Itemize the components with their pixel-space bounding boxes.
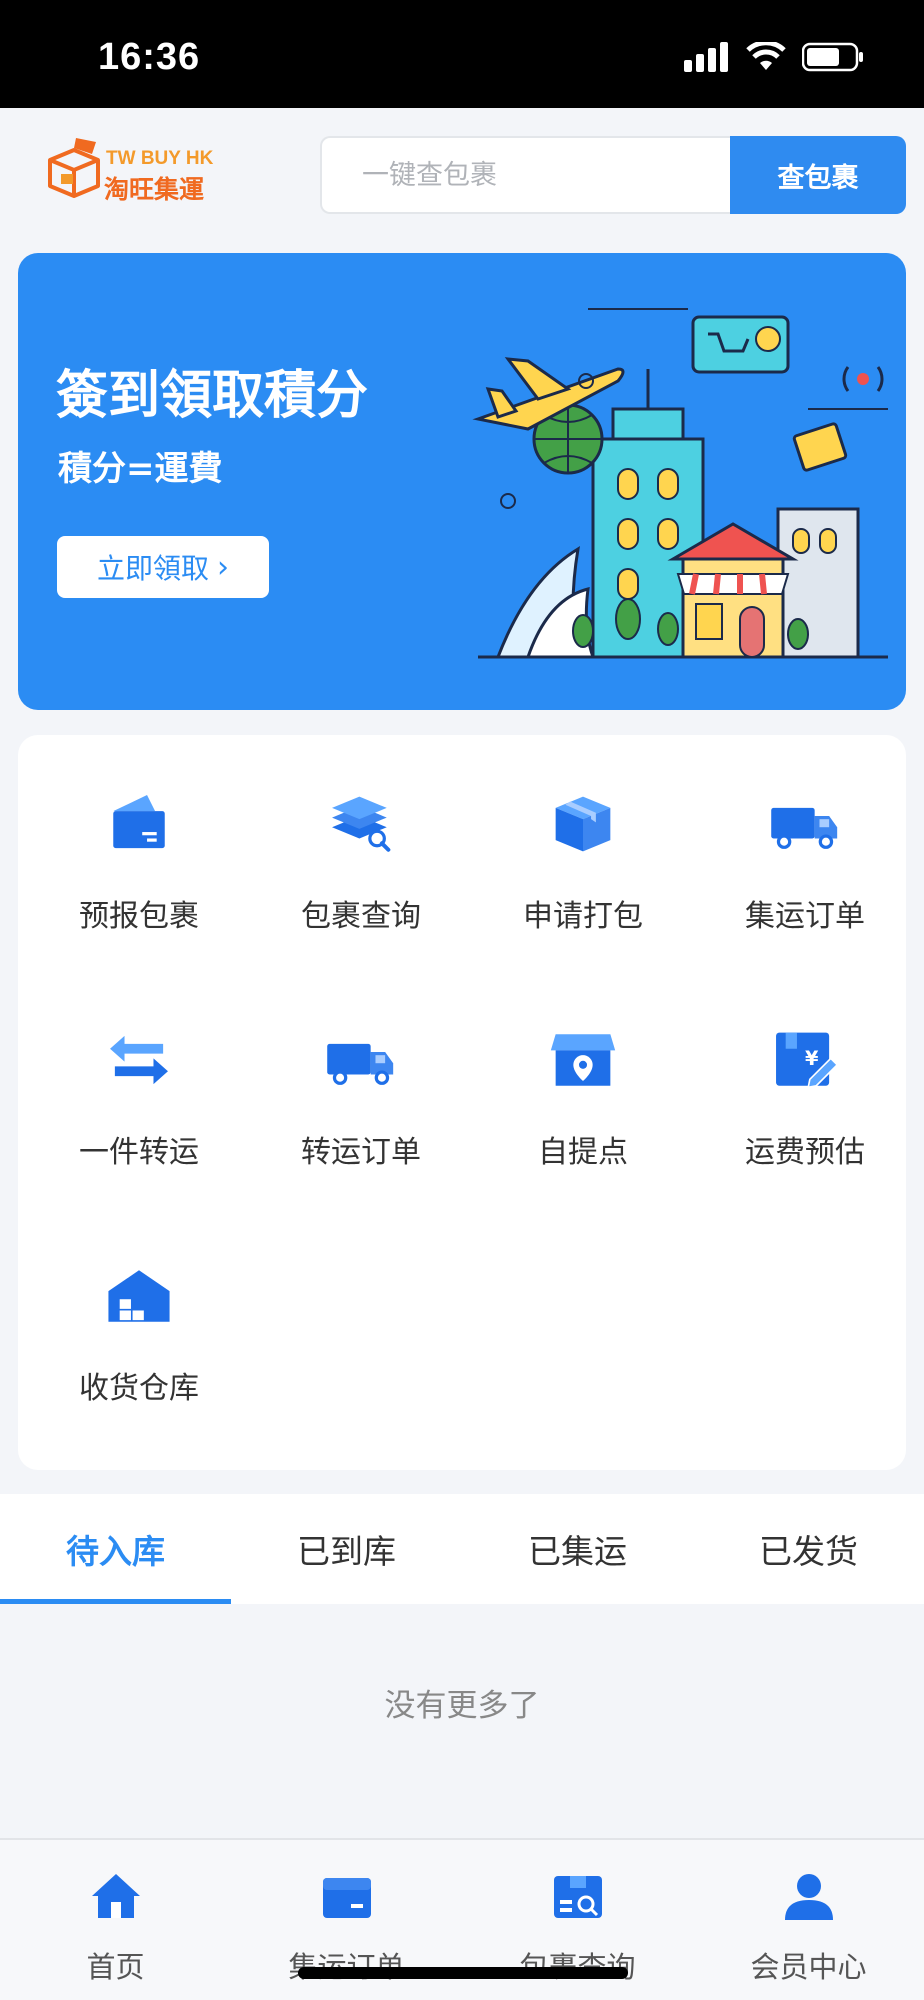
truck-icon [327, 1043, 394, 1085]
menu-item-pickup-point[interactable]: 自提点 [472, 971, 694, 1171]
parcel-search-icon [553, 1876, 602, 1918]
banner-title: 簽到領取積分 [56, 366, 369, 426]
tab-consolidated[interactable]: 已集运 [462, 1494, 693, 1604]
parcel-search-icon [332, 796, 391, 852]
order-status-tabs: 待入库 已到库 已集运 已发货 [0, 1494, 924, 1604]
menu-item-receiving-warehouse[interactable]: 收货仓库 [28, 1207, 250, 1407]
logo-text-en: TW BUY HK [106, 148, 214, 169]
search-box [320, 136, 730, 214]
status-bar: 16:36 [0, 0, 924, 108]
menu-label: 一件转运 [79, 1135, 199, 1170]
banner-subtitle: 積分=運費 [58, 449, 223, 489]
nav-item-member-center[interactable]: 会员中心 [693, 1840, 924, 2000]
nav-label: 会员中心 [750, 1950, 867, 1984]
tab-arrived[interactable]: 已到库 [231, 1494, 462, 1604]
menu-label: 包裹查询 [301, 899, 421, 934]
menu-label: 收货仓库 [79, 1371, 199, 1406]
logo[interactable]: TW BUY HK 淘旺集運 [44, 136, 214, 206]
signal-icon [684, 42, 728, 72]
menu-item-forecast-parcel[interactable]: 预报包裹 [28, 735, 250, 935]
checkin-banner[interactable]: 簽到領取積分 積分=運費 立即領取 › [18, 253, 906, 710]
status-time: 16:36 [98, 36, 201, 78]
city-travel-illustration [472, 308, 888, 659]
fee-estimate-icon: ¥ [776, 1032, 839, 1089]
home-indicator[interactable] [298, 1967, 628, 1979]
user-icon [784, 1874, 833, 1920]
menu-label: 自提点 [538, 1135, 628, 1170]
logo-box-icon [48, 138, 100, 198]
menu-label: 转运订单 [301, 1135, 421, 1170]
chevron-right-icon: › [217, 549, 229, 585]
nav-label: 集运订单 [288, 1944, 404, 1986]
search-button[interactable]: 查包裹 [730, 136, 906, 214]
tab-shipped[interactable]: 已发货 [693, 1494, 924, 1604]
menu-item-transfer-orders[interactable]: 转运订单 [250, 971, 472, 1171]
menu-item-apply-pack[interactable]: 申请打包 [472, 735, 694, 935]
feature-menu: 预报包裹 包裹查询 申请打包 集运订单 一件转运 转运订单 自提点 ¥ 运费预估… [18, 735, 906, 1470]
order-icon [322, 1878, 371, 1918]
box-pack-icon [555, 796, 611, 852]
menu-label: 预报包裹 [79, 899, 199, 934]
menu-label: 集运订单 [745, 899, 865, 934]
logo-text-cn: 淘旺集運 [104, 175, 205, 204]
search-input[interactable] [322, 138, 730, 212]
parcel-forecast-icon [113, 795, 165, 849]
menu-item-consolidation-orders[interactable]: 集运订单 [694, 735, 916, 935]
menu-item-single-transfer[interactable]: 一件转运 [28, 971, 250, 1171]
menu-label: 运费预估 [745, 1135, 865, 1170]
transfer-arrows-icon [110, 1035, 168, 1085]
claim-now-label: 立即領取 [96, 552, 209, 585]
warehouse-icon [108, 1270, 170, 1322]
header: TW BUY HK 淘旺集運 查包裹 [0, 108, 924, 248]
nav-label: 首页 [86, 1950, 145, 1984]
menu-item-parcel-query[interactable]: 包裹查询 [250, 735, 472, 935]
menu-label: 申请打包 [523, 899, 643, 934]
tab-pending-inbound[interactable]: 待入库 [0, 1494, 231, 1604]
wifi-icon [746, 42, 786, 70]
status-icons [684, 42, 864, 72]
menu-item-fee-estimate[interactable]: ¥ 运费预估 [694, 971, 916, 1171]
svg-text:¥: ¥ [805, 1047, 819, 1070]
battery-icon [802, 42, 863, 72]
home-icon [91, 1874, 140, 1918]
store-pickup-icon [550, 1034, 616, 1086]
claim-now-button[interactable]: 立即領取 › [57, 536, 269, 598]
truck-icon [771, 807, 838, 849]
empty-list-text: 没有更多了 [384, 1688, 540, 1724]
nav-label: 包裹查询 [519, 1944, 635, 1986]
nav-item-home[interactable]: 首页 [0, 1840, 231, 2000]
